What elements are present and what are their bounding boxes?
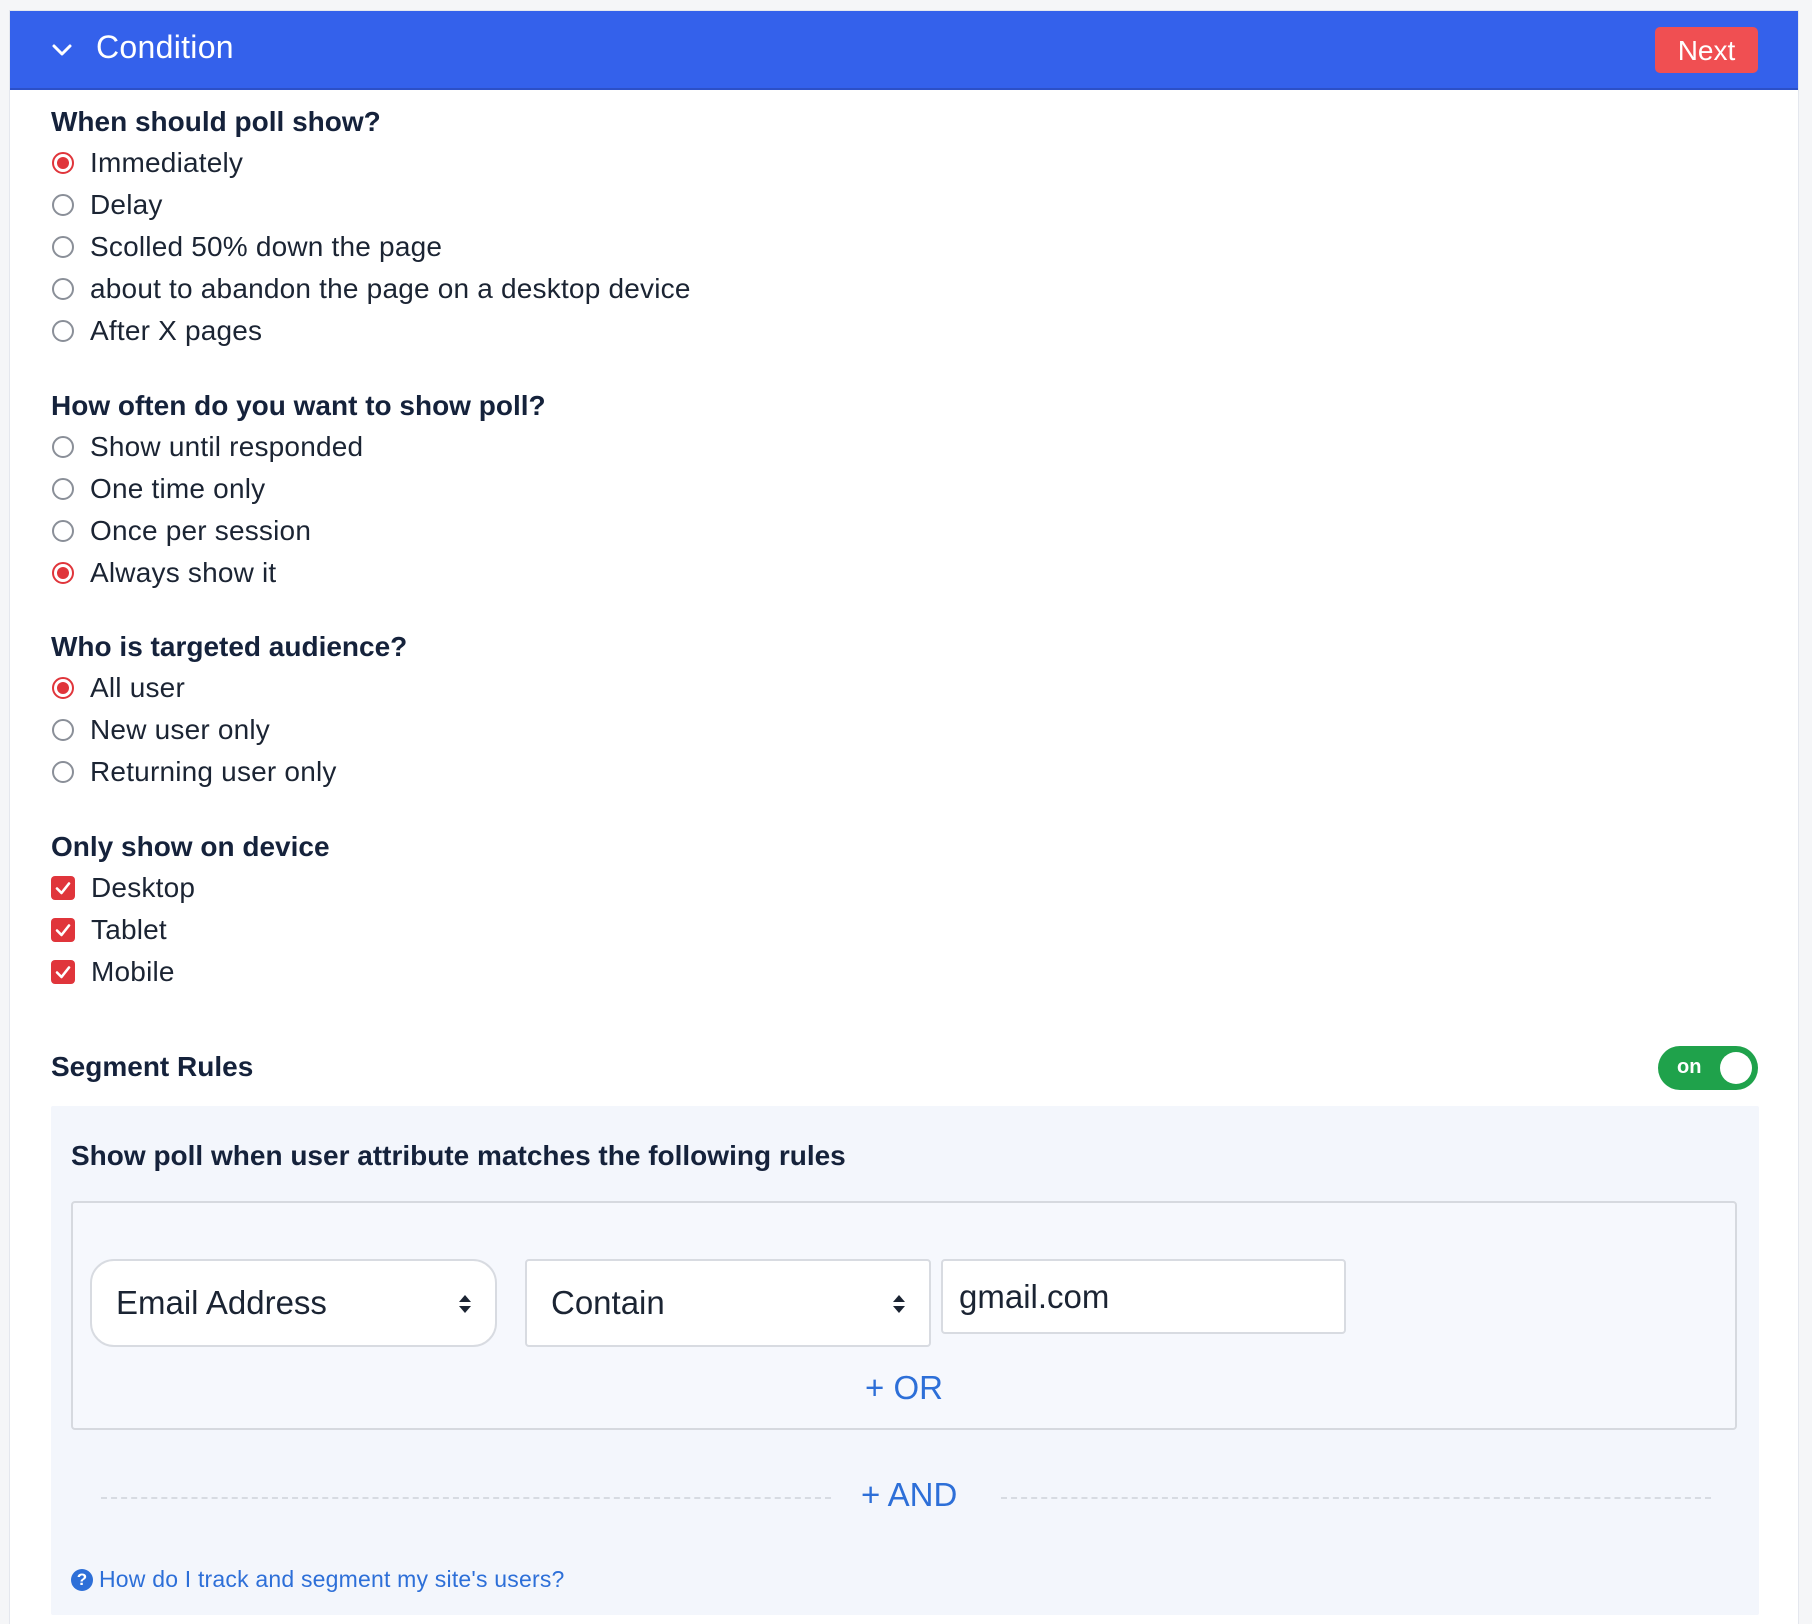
radio-unchecked-icon[interactable] <box>52 761 74 783</box>
section-title-device: Only show on device <box>51 831 330 862</box>
add-or-button[interactable]: + OR <box>865 1369 943 1407</box>
option-label: Immediately <box>90 147 244 178</box>
option-label: about to abandon the page on a desktop d… <box>90 273 691 304</box>
add-and-button[interactable]: + AND <box>853 1476 966 1514</box>
section-title-frequency: How often do you want to show poll? <box>51 390 546 421</box>
radio-checked-icon[interactable] <box>52 562 74 584</box>
radio-unchecked-icon[interactable] <box>52 520 74 542</box>
segment-rules-toggle[interactable]: on <box>1658 1046 1758 1090</box>
operator-select[interactable]: Contain <box>525 1259 931 1347</box>
section-title-when: When should poll show? <box>51 106 381 137</box>
dashed-divider-right <box>1001 1497 1711 1499</box>
when-section: When should poll show? Immediately Delay… <box>51 102 691 352</box>
panel-title: Condition <box>96 29 234 65</box>
sort-arrows-icon <box>893 1295 905 1313</box>
radio-option-once-per-session[interactable]: Once per session <box>51 510 546 552</box>
next-button[interactable]: Next <box>1655 27 1758 73</box>
device-section: Only show on device Desktop Tablet Mobil… <box>51 827 330 993</box>
dashed-divider-left <box>101 1497 831 1499</box>
option-label: Delay <box>90 189 163 220</box>
toggle-label: on <box>1677 1056 1702 1078</box>
segment-rules-title: Segment Rules <box>51 1051 254 1082</box>
panel-header[interactable]: Condition Next <box>10 11 1798 90</box>
radio-option-always[interactable]: Always show it <box>51 552 546 594</box>
radio-option-delay[interactable]: Delay <box>51 184 691 226</box>
radio-option-immediately[interactable]: Immediately <box>51 142 691 184</box>
option-label: New user only <box>90 714 271 745</box>
radio-option-new-user[interactable]: New user only <box>51 709 407 751</box>
option-label: Returning user only <box>90 756 337 787</box>
radio-unchecked-icon[interactable] <box>52 236 74 258</box>
option-label: After X pages <box>90 315 263 346</box>
radio-unchecked-icon[interactable] <box>52 478 74 500</box>
option-label: Tablet <box>91 914 167 945</box>
radio-option-after-x-pages[interactable]: After X pages <box>51 310 691 352</box>
radio-option-abandon[interactable]: about to abandon the page on a desktop d… <box>51 268 691 310</box>
rule-group: Email Address Contain + OR <box>71 1201 1737 1430</box>
radio-checked-icon[interactable] <box>52 152 74 174</box>
option-label: Mobile <box>91 956 175 987</box>
checkbox-checked-icon[interactable] <box>51 960 75 984</box>
frequency-section: How often do you want to show poll? Show… <box>51 386 546 594</box>
rule-value-input[interactable] <box>941 1259 1346 1334</box>
option-label: Always show it <box>90 557 277 588</box>
checkbox-option-mobile[interactable]: Mobile <box>51 951 330 993</box>
checkbox-checked-icon[interactable] <box>51 876 75 900</box>
checkbox-checked-icon[interactable] <box>51 918 75 942</box>
radio-unchecked-icon[interactable] <box>52 436 74 458</box>
checkbox-option-tablet[interactable]: Tablet <box>51 909 330 951</box>
help-link[interactable]: ? How do I track and segment my site's u… <box>71 1566 565 1593</box>
operator-select-value: Contain <box>551 1284 665 1321</box>
radio-unchecked-icon[interactable] <box>52 278 74 300</box>
option-label: One time only <box>90 473 266 504</box>
option-label: Scolled 50% down the page <box>90 231 443 262</box>
checkbox-option-desktop[interactable]: Desktop <box>51 867 330 909</box>
radio-unchecked-icon[interactable] <box>52 320 74 342</box>
radio-option-scrolled[interactable]: Scolled 50% down the page <box>51 226 691 268</box>
radio-unchecked-icon[interactable] <box>52 719 74 741</box>
radio-option-until-responded[interactable]: Show until responded <box>51 426 546 468</box>
attribute-select[interactable]: Email Address <box>90 1259 497 1347</box>
radio-option-all-user[interactable]: All user <box>51 667 407 709</box>
radio-checked-icon[interactable] <box>52 677 74 699</box>
option-label: Once per session <box>90 515 312 546</box>
condition-panel: Condition Next When should poll show? Im… <box>9 10 1799 1624</box>
radio-unchecked-icon[interactable] <box>52 194 74 216</box>
option-label: Desktop <box>91 872 196 903</box>
segment-rules-box: Show poll when user attribute matches th… <box>51 1106 1759 1615</box>
question-circle-icon: ? <box>71 1568 93 1591</box>
and-divider-row: + AND <box>101 1476 1711 1520</box>
attribute-select-value: Email Address <box>116 1284 327 1321</box>
option-label: Show until responded <box>90 431 364 462</box>
radio-option-one-time[interactable]: One time only <box>51 468 546 510</box>
toggle-knob[interactable] <box>1720 1052 1752 1084</box>
segment-rules-heading: Show poll when user attribute matches th… <box>71 1140 846 1171</box>
radio-option-returning-user[interactable]: Returning user only <box>51 751 407 793</box>
sort-arrows-icon <box>459 1295 471 1313</box>
audience-section: Who is targeted audience? All user New u… <box>51 627 407 793</box>
option-label: All user <box>90 672 185 703</box>
chevron-down-icon[interactable] <box>49 37 75 63</box>
section-title-audience: Who is targeted audience? <box>51 631 408 662</box>
help-link-text[interactable]: How do I track and segment my site's use… <box>99 1566 565 1593</box>
